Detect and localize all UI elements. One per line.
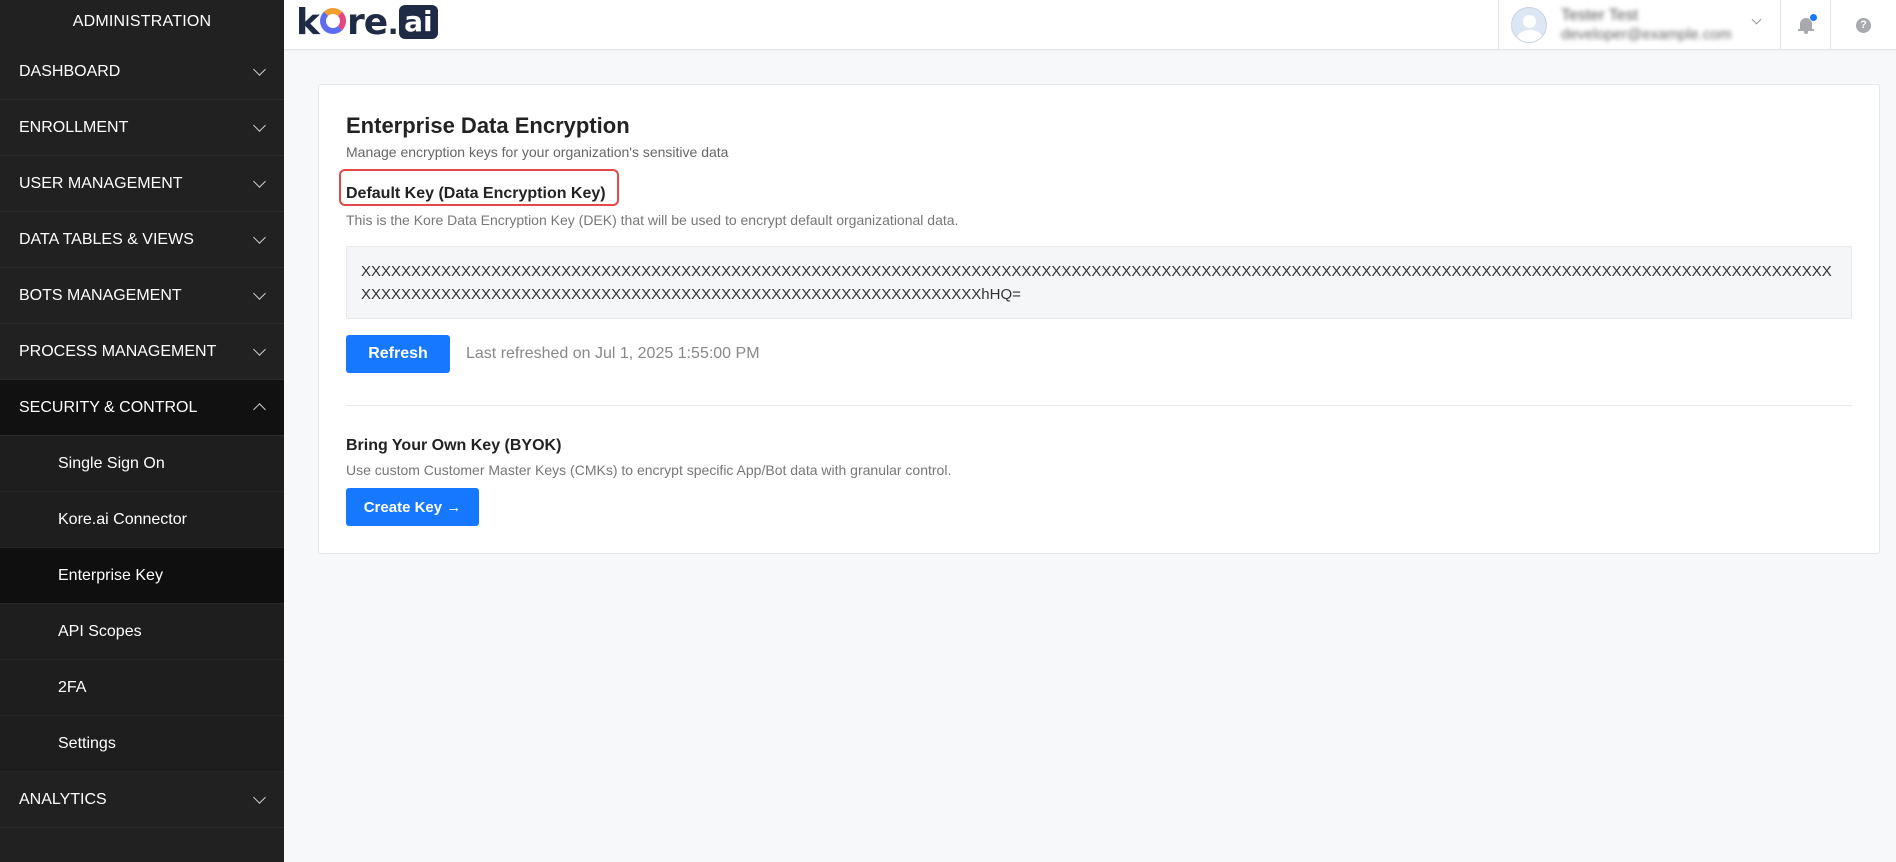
notifications-button[interactable] xyxy=(1780,0,1830,50)
sidebar-item-data-tables-views[interactable]: DATA TABLES & VIEWS xyxy=(0,212,284,268)
chevron-up-icon xyxy=(253,403,266,416)
logo-o-mark xyxy=(319,7,346,34)
sidebar-subitem-single-sign-on[interactable]: Single Sign On xyxy=(0,436,284,492)
create-key-button[interactable]: Create Key → xyxy=(346,488,479,526)
sidebar-item-user-management[interactable]: USER MANAGEMENT xyxy=(0,156,284,212)
chevron-down-icon xyxy=(253,175,266,188)
divider xyxy=(346,405,1852,406)
chevron-down-icon xyxy=(253,343,266,356)
chevron-down-icon xyxy=(253,63,266,76)
sidebar-subitem-settings[interactable]: Settings xyxy=(0,716,284,772)
sidebar-item-enrollment[interactable]: ENROLLMENT xyxy=(0,100,284,156)
sidebar-item-label: BOTS MANAGEMENT xyxy=(19,286,182,304)
sidebar-subitem-api-scopes[interactable]: API Scopes xyxy=(0,604,284,660)
logo-text: k re xyxy=(296,1,388,43)
last-refreshed-text: Last refreshed on Jul 1, 2025 1:55:00 PM xyxy=(466,345,760,362)
sidebar-subitem-enterprise-key[interactable]: Enterprise Key xyxy=(0,548,284,604)
byok-description: Use custom Customer Master Keys (CMKs) t… xyxy=(346,462,952,478)
sidebar-item-label: USER MANAGEMENT xyxy=(19,174,183,192)
sidebar-title: ADMINISTRATION xyxy=(72,13,212,30)
chevron-down-icon xyxy=(253,287,266,300)
sidebar-subitem-label: Single Sign On xyxy=(58,454,165,472)
sidebar-item-security-control[interactable]: SECURITY & CONTROL xyxy=(0,380,284,436)
default-key-title: Default Key (Data Encryption Key) xyxy=(346,185,606,202)
sidebar-subitem-label: Settings xyxy=(58,734,116,752)
sidebar-item-label: DASHBOARD xyxy=(19,62,121,80)
sidebar-item-label: DATA TABLES & VIEWS xyxy=(19,230,194,248)
chevron-down-icon xyxy=(253,119,266,132)
refresh-button[interactable]: Refresh xyxy=(346,335,450,373)
sidebar-item-label: ENROLLMENT xyxy=(19,118,129,136)
sidebar-subitem-label: Enterprise Key xyxy=(58,566,163,584)
chevron-down-icon xyxy=(1751,14,1762,25)
chevron-down-icon xyxy=(253,791,266,804)
user-email: developer@example.com xyxy=(1561,26,1732,43)
sidebar-item-label: SECURITY & CONTROL xyxy=(19,398,198,416)
logo-badge: ai xyxy=(399,5,438,39)
sidebar-subitem-label: API Scopes xyxy=(58,622,142,640)
help-button[interactable]: ? xyxy=(1830,0,1896,50)
page-subtitle: Manage encryption keys for your organiza… xyxy=(346,144,729,160)
page-title: Enterprise Data Encryption xyxy=(346,113,630,138)
sidebar-item-dashboard[interactable]: DASHBOARD xyxy=(0,44,284,100)
sidebar-subitem-label: 2FA xyxy=(58,678,87,696)
encryption-card: Enterprise Data Encryption Manage encryp… xyxy=(318,84,1880,554)
sidebar-item-label: PROCESS MANAGEMENT xyxy=(19,342,217,360)
sidebar-item-label: ANALYTICS xyxy=(19,790,107,808)
user-name: Tester Test xyxy=(1561,7,1639,24)
kore-ai-logo[interactable]: k re. ai xyxy=(296,1,438,43)
chevron-down-icon xyxy=(253,231,266,244)
sidebar-item-process-management[interactable]: PROCESS MANAGEMENT xyxy=(0,324,284,380)
top-header: k re. ai Tester Test developer@example.com… xyxy=(284,0,1896,50)
user-menu[interactable]: Tester Test developer@example.com xyxy=(1498,0,1780,50)
sidebar-subitem-koreai-connector[interactable]: Kore.ai Connector xyxy=(0,492,284,548)
sidebar-subitem-label: Kore.ai Connector xyxy=(58,510,187,528)
avatar xyxy=(1511,7,1547,43)
byok-title: Bring Your Own Key (BYOK) xyxy=(346,437,562,454)
default-key-description: This is the Kore Data Encryption Key (DE… xyxy=(346,212,959,228)
encryption-key-value: XXXXXXXXXXXXXXXXXXXXXXXXXXXXXXXXXXXXXXXX… xyxy=(346,246,1852,319)
sidebar-item-bots-management[interactable]: BOTS MANAGEMENT xyxy=(0,268,284,324)
notification-dot xyxy=(1809,14,1817,21)
sidebar-item-analytics[interactable]: ANALYTICS xyxy=(0,772,284,828)
sidebar: ADMINISTRATION DASHBOARD ENROLLMENT USER… xyxy=(0,0,284,862)
help-icon: ? xyxy=(1856,17,1871,33)
bell-icon xyxy=(1797,14,1817,34)
sidebar-subitem-2fa[interactable]: 2FA xyxy=(0,660,284,716)
